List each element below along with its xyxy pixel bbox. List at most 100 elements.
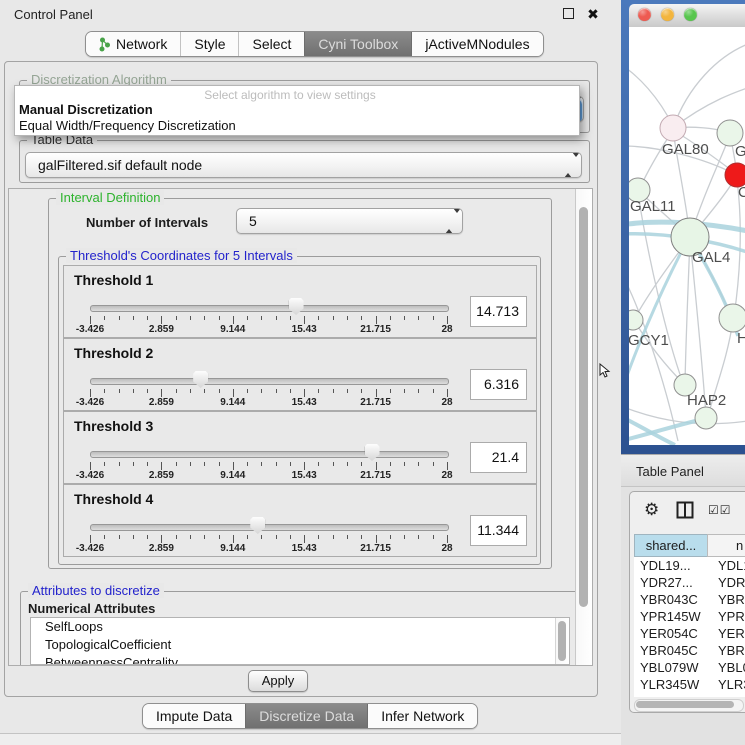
- apply-button[interactable]: Apply: [248, 670, 308, 692]
- threshold-value-field[interactable]: 11.344: [470, 515, 527, 546]
- list-scrollbar-thumb[interactable]: [558, 621, 566, 661]
- select-columns-checkboxes-icon[interactable]: ☑☑: [708, 503, 732, 517]
- number-of-intervals-combobox[interactable]: 5: [236, 208, 463, 234]
- slider-tick: [333, 389, 334, 393]
- gear-icon[interactable]: ⚙: [644, 500, 659, 520]
- slider-tick: [219, 316, 220, 320]
- tab-cyni-toolbox[interactable]: Cyni Toolbox: [304, 32, 411, 56]
- column-header-shared-name[interactable]: shared...: [634, 534, 708, 557]
- numerical-attributes-list[interactable]: SelfLoopsTopologicalCoefficientBetweenne…: [30, 617, 570, 665]
- network-node[interactable]: [719, 304, 745, 332]
- slider-tick: [304, 316, 305, 324]
- slider-tick: [347, 462, 348, 466]
- zoom-traffic-light-icon[interactable]: [684, 8, 697, 21]
- tab-network[interactable]: Network: [86, 32, 180, 56]
- column-header-name[interactable]: n: [707, 534, 745, 557]
- table-data-selected: galFiltered.sif default node: [38, 157, 202, 173]
- close-traffic-light-icon[interactable]: [638, 8, 651, 21]
- network-node[interactable]: [660, 115, 686, 141]
- network-node-label: H: [737, 330, 745, 347]
- table-row[interactable]: YBL079WYBL07: [634, 659, 745, 676]
- threshold-slider-thumb[interactable]: [289, 298, 304, 315]
- slider-tick: [404, 316, 405, 320]
- slider-tick: [333, 535, 334, 539]
- network-edge[interactable]: [685, 239, 690, 383]
- cell-shared-name: YIL052C: [640, 693, 691, 697]
- columns-icon[interactable]: [676, 501, 694, 519]
- threshold-value-field[interactable]: 21.4: [470, 442, 527, 473]
- attribute-item[interactable]: BetweennessCentrality: [31, 654, 569, 665]
- algorithm-option-manual-discretization[interactable]: Manual Discretization: [19, 102, 153, 117]
- cell-shared-name: YER054C: [640, 625, 698, 642]
- slider-tick: [276, 389, 277, 393]
- threshold-slider-thumb[interactable]: [250, 517, 265, 534]
- table-row[interactable]: YIL052CYIL05: [634, 693, 745, 697]
- tab-label: Network: [116, 36, 167, 52]
- threshold-slider-track[interactable]: [90, 305, 449, 312]
- table-data-combobox[interactable]: galFiltered.sif default node: [25, 152, 582, 178]
- table-row[interactable]: YLR345WYLR34: [634, 676, 745, 693]
- algorithm-option-equal-width-frequency-discretization[interactable]: Equal Width/Frequency Discretization: [19, 118, 236, 133]
- cell-shared-name: YBR043C: [640, 591, 698, 608]
- threshold-slider-track[interactable]: [90, 524, 449, 531]
- tab-select[interactable]: Select: [238, 32, 304, 56]
- threshold-slider-track[interactable]: [90, 451, 449, 458]
- tab-jactivemnodules[interactable]: jActiveMNodules: [411, 32, 542, 56]
- tab-infer-network[interactable]: Infer Network: [367, 704, 477, 728]
- threshold-slider-thumb[interactable]: [365, 444, 380, 461]
- tab-discretize-data[interactable]: Discretize Data: [245, 704, 367, 728]
- cell-name: YBR04: [718, 642, 745, 659]
- slider-tick: [318, 462, 319, 466]
- slider-tick: [147, 389, 148, 393]
- cell-shared-name: YDL19...: [640, 557, 691, 574]
- list-scrollbar[interactable]: [555, 618, 569, 664]
- network-node[interactable]: [695, 407, 717, 429]
- network-node[interactable]: [629, 310, 643, 330]
- threshold-slider-track[interactable]: [90, 378, 449, 385]
- table-row[interactable]: YPR145WYPR14: [634, 608, 745, 625]
- network-node-label: C: [738, 184, 745, 201]
- algorithm-dropdown-popup: Select algorithm to view settings Manual…: [14, 85, 580, 136]
- network-window-titlebar[interactable]: [629, 4, 745, 28]
- slider-tick-label: 21.715: [351, 397, 401, 408]
- network-canvas[interactable]: GAL80GACGAL11GAL4GCY1HHAP2: [629, 27, 745, 445]
- threshold-slider-thumb[interactable]: [193, 371, 208, 388]
- slider-tick: [447, 535, 448, 543]
- slider-tick: [447, 462, 448, 470]
- slider-tick: [176, 316, 177, 320]
- slider-tick: [433, 389, 434, 393]
- table-row[interactable]: YBR043CYBR04: [634, 591, 745, 608]
- slider-tick-label: 28: [422, 543, 472, 554]
- threshold-value-field[interactable]: 14.713: [470, 296, 527, 327]
- attribute-item[interactable]: TopologicalCoefficient: [31, 636, 569, 654]
- network-edge[interactable]: [673, 44, 745, 128]
- table-row[interactable]: YDR27...YDR27: [634, 574, 745, 591]
- slider-tick: [376, 462, 377, 470]
- attribute-item[interactable]: SelfLoops: [31, 618, 569, 636]
- table-row[interactable]: YER054CYER05: [634, 625, 745, 642]
- slider-tick: [219, 462, 220, 466]
- table-row[interactable]: YDL19...YDL19: [634, 557, 745, 574]
- settings-scrollbar[interactable]: [575, 189, 592, 665]
- close-icon[interactable]: ✖: [585, 6, 601, 22]
- tab-label: Style: [194, 36, 225, 52]
- slider-tick: [104, 462, 105, 466]
- slider-tick: [304, 462, 305, 470]
- float-window-icon[interactable]: [560, 6, 576, 22]
- slider-tick: [347, 389, 348, 393]
- tab-style[interactable]: Style: [180, 32, 238, 56]
- table-row[interactable]: YBR045CYBR04: [634, 642, 745, 659]
- threshold-panel-1: Threshold 1-3.4262.8599.14415.4321.71528…: [63, 265, 537, 338]
- table-rows-viewport: YDL19...YDL19YDR27...YDR27YBR043CYBR04YP…: [630, 557, 745, 697]
- network-view-window[interactable]: GAL80GACGAL11GAL4GCY1HHAP2: [621, 0, 745, 454]
- table-hscrollbar-thumb[interactable]: [636, 701, 734, 708]
- tab-impute-data[interactable]: Impute Data: [143, 704, 245, 728]
- threshold-value-field[interactable]: 6.316: [470, 369, 527, 400]
- minimize-traffic-light-icon[interactable]: [661, 8, 674, 21]
- slider-tick: [290, 316, 291, 320]
- settings-scrollbar-thumb[interactable]: [579, 207, 588, 607]
- network-icon: [99, 37, 110, 52]
- table-hscrollbar[interactable]: [634, 699, 744, 712]
- slider-tick: [361, 316, 362, 320]
- slider-tick: [376, 316, 377, 324]
